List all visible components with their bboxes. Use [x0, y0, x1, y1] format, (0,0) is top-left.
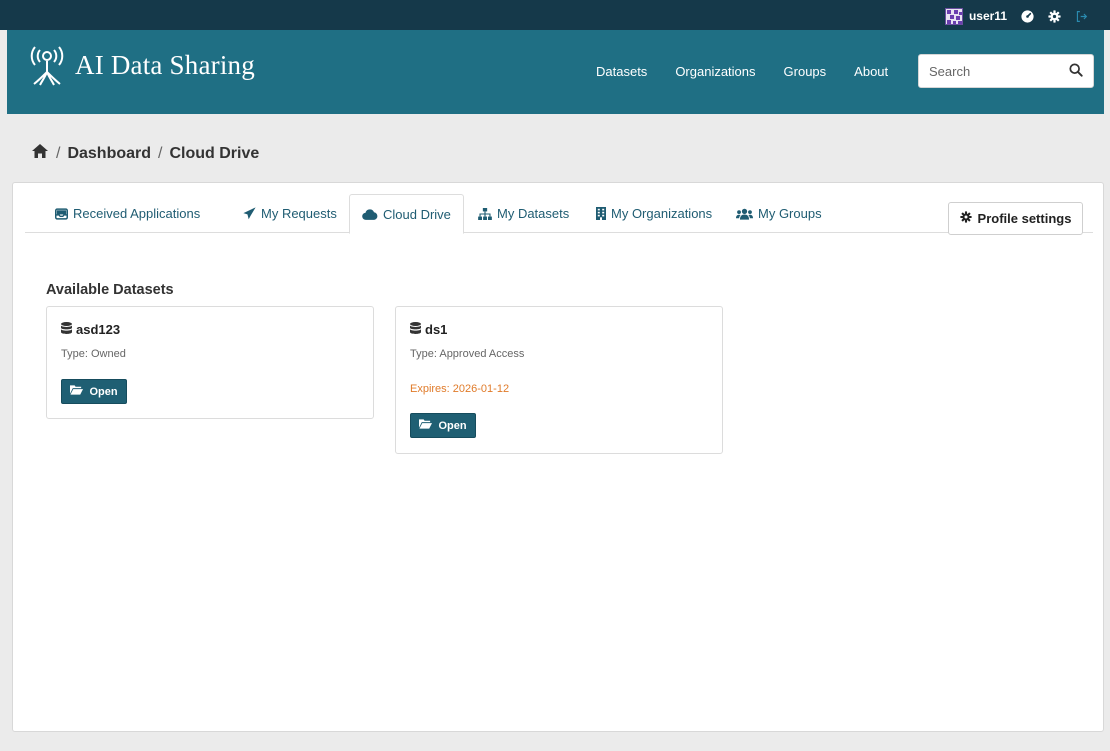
tab-my-organizations[interactable]: My Organizations [584, 194, 724, 233]
building-icon [596, 207, 606, 220]
account-menu: user11 [944, 7, 1088, 25]
open-dataset-button[interactable]: Open [61, 379, 127, 404]
profile-settings-button[interactable]: Profile settings [948, 202, 1083, 235]
breadcrumb-separator: / [158, 144, 163, 162]
nav-organizations[interactable]: Organizations [675, 64, 755, 79]
username: user11 [968, 9, 1007, 23]
dataset-name: ds1 [425, 322, 448, 337]
tab-label: Received Applications [73, 206, 201, 221]
cloud-icon [362, 208, 378, 220]
tab-label: Cloud Drive [383, 206, 451, 222]
tab-label: My Datasets [497, 206, 570, 221]
profile-settings-label: Profile settings [977, 211, 1072, 226]
open-label: Open [89, 385, 118, 398]
database-icon [61, 322, 72, 337]
tab-received-applications[interactable]: Received Applications [43, 194, 212, 233]
dataset-name: asd123 [76, 322, 121, 337]
avatar [944, 7, 963, 25]
account-bar: user11 [0, 0, 1110, 30]
breadcrumb-cloud-drive: Cloud Drive [169, 144, 260, 162]
main-panel: Received Applications My Requests Cloud … [12, 182, 1104, 732]
dashboard-icon[interactable] [1021, 9, 1034, 23]
tab-my-datasets[interactable]: My Datasets [466, 194, 581, 233]
nav-datasets[interactable]: Datasets [596, 64, 647, 79]
brand-home-link[interactable]: AI Data Sharing [29, 44, 255, 86]
dataset-card: ds1 Type: Approved Access Expires: 2026-… [395, 306, 723, 454]
dataset-expiry: Expires: 2026-01-12 [410, 383, 510, 395]
database-icon [410, 322, 421, 337]
search-box [918, 54, 1094, 88]
tab-my-groups[interactable]: My Groups [724, 194, 834, 233]
user-profile-link[interactable]: user11 [944, 7, 1007, 25]
open-dataset-button[interactable]: Open [410, 413, 476, 438]
brand-name: AI Data Sharing [75, 49, 255, 80]
main-nav: Datasets Organizations Groups About [596, 64, 888, 79]
send-icon [243, 207, 256, 220]
logout-icon[interactable] [1075, 10, 1088, 23]
tab-cloud-drive[interactable]: Cloud Drive [349, 194, 464, 234]
breadcrumb-separator: / [56, 144, 61, 162]
home-icon[interactable] [31, 143, 49, 164]
gear-icon [959, 211, 972, 226]
open-label: Open [438, 419, 467, 432]
settings-icon[interactable] [1048, 9, 1061, 23]
logo-icon [29, 44, 65, 86]
dataset-title: asd123 [61, 322, 120, 337]
dataset-type: Type: Approved Access [410, 348, 525, 360]
dashboard-tabs: Received Applications My Requests Cloud … [25, 194, 1093, 235]
sitemap-icon [478, 207, 492, 220]
search-icon[interactable] [1069, 63, 1083, 82]
search-input[interactable] [919, 55, 1059, 87]
masthead: AI Data Sharing Datasets Organizations G… [7, 30, 1104, 114]
dataset-card: asd123 Type: Owned Open [46, 306, 374, 419]
inbox-icon [55, 207, 68, 220]
users-icon [736, 208, 753, 220]
breadcrumb-dashboard[interactable]: Dashboard [67, 145, 151, 163]
breadcrumb: / Dashboard / Cloud Drive [31, 143, 259, 164]
tab-label: My Requests [261, 206, 337, 221]
tab-label: My Groups [758, 206, 822, 221]
dataset-title: ds1 [410, 322, 447, 337]
nav-about[interactable]: About [854, 64, 888, 79]
dataset-type: Type: Owned [61, 348, 126, 360]
tab-my-requests[interactable]: My Requests [231, 194, 349, 233]
folder-open-icon [70, 385, 84, 398]
nav-groups[interactable]: Groups [784, 64, 827, 79]
tab-label: My Organizations [611, 206, 713, 221]
available-datasets-heading: Available Datasets [46, 282, 174, 298]
folder-open-icon [419, 419, 433, 432]
